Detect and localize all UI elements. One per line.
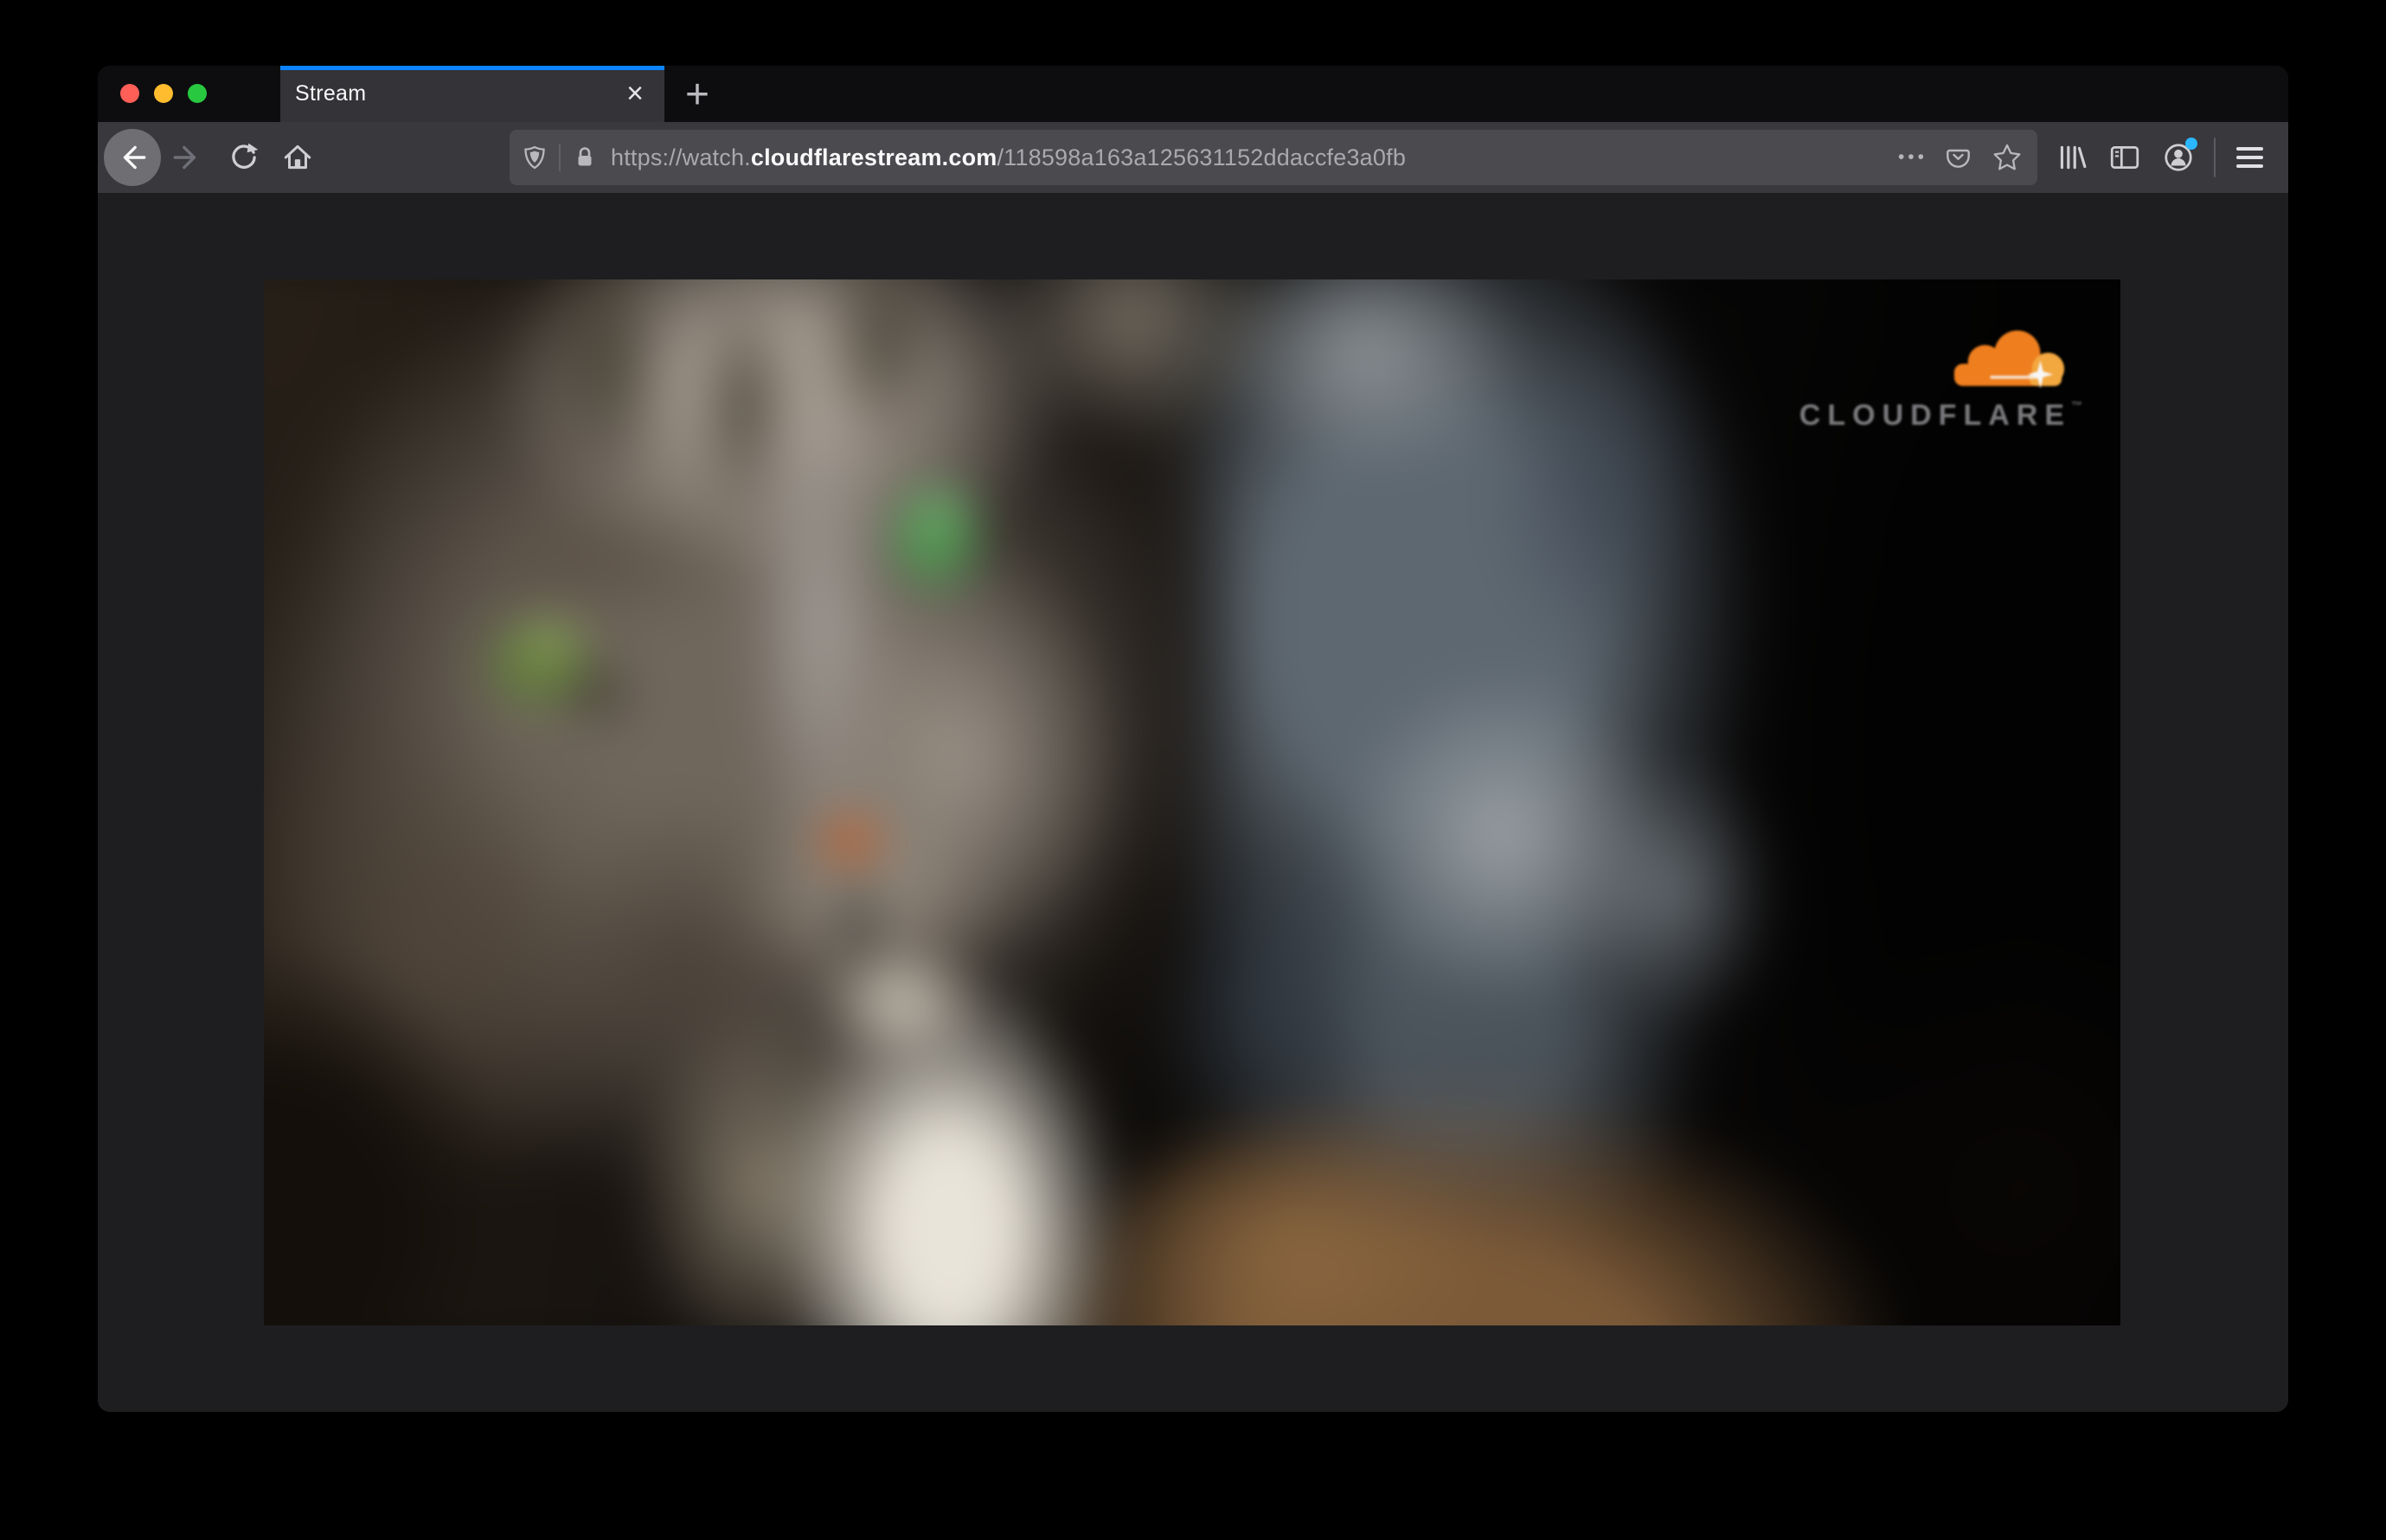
url-text: https://watch.cloudflarestream.com/11859… — [611, 144, 1898, 171]
desktop: { "browser": { "tab_title": "Stream", "u… — [0, 0, 2386, 1540]
reload-icon — [232, 143, 259, 169]
home-button[interactable] — [279, 138, 317, 176]
url-path: /118598a163a125631152ddaccfe3a0fb — [997, 144, 1407, 170]
tab-bar: Stream × + — [98, 66, 2288, 122]
forward-arrow-icon — [173, 145, 196, 170]
cloudflare-wordmark-text: CLOUDFLARE — [1799, 399, 2071, 432]
window-minimize-button[interactable] — [154, 84, 173, 103]
tracking-protection-shield-icon[interactable] — [522, 144, 548, 170]
tab-title: Stream — [295, 81, 367, 106]
notification-dot — [2185, 138, 2197, 150]
navigation-toolbar: https://watch.cloudflarestream.com/11859… — [98, 122, 2288, 193]
sidebars-button[interactable] — [2105, 138, 2145, 177]
hamburger-icon — [2235, 147, 2263, 168]
toolbar-right-cluster — [2037, 138, 2269, 177]
back-button[interactable] — [104, 129, 161, 186]
video-player[interactable]: CLOUDFLARE™ — [264, 279, 2120, 1325]
menu-button[interactable] — [2229, 138, 2269, 177]
cloudflare-watermark: CLOUDFLARE™ — [1788, 330, 2082, 433]
browser-window: Stream × + https://watch.cloudflarestrea… — [98, 66, 2288, 1412]
sidebar-icon — [2110, 146, 2139, 169]
page-content: CLOUDFLARE™ — [98, 193, 2288, 1412]
account-button[interactable] — [2158, 138, 2198, 177]
tab-stream[interactable]: Stream × — [280, 66, 664, 122]
url-protocol-subdomain: https://watch. — [611, 144, 751, 170]
window-controls — [120, 84, 207, 103]
address-bar[interactable]: https://watch.cloudflarestream.com/11859… — [510, 130, 2037, 185]
page-actions-icon[interactable]: ••• — [1898, 147, 1927, 168]
window-close-button[interactable] — [120, 84, 139, 103]
library-icon — [2060, 145, 2087, 170]
reload-button[interactable] — [225, 138, 263, 176]
new-tab-button[interactable]: + — [676, 72, 719, 118]
window-zoom-button[interactable] — [188, 84, 207, 103]
library-button[interactable] — [2051, 138, 2091, 177]
video-frame-cat — [264, 279, 2120, 1325]
forward-button[interactable] — [168, 138, 206, 176]
bookmark-star-icon[interactable] — [1992, 143, 2022, 172]
active-tab-indicator — [280, 66, 664, 70]
back-arrow-icon — [123, 145, 146, 170]
trademark-symbol: ™ — [2071, 399, 2082, 412]
lock-icon[interactable] — [572, 144, 598, 170]
cloudflare-cloud-icon — [1953, 330, 2065, 389]
home-icon — [284, 144, 311, 170]
close-tab-icon[interactable]: × — [618, 66, 652, 122]
toolbar-divider — [2214, 138, 2216, 177]
address-bar-divider — [559, 144, 561, 171]
url-domain: cloudflarestream.com — [750, 144, 997, 170]
cloudflare-wordmark: CLOUDFLARE™ — [1788, 399, 2082, 433]
pocket-icon[interactable] — [1945, 144, 1972, 171]
